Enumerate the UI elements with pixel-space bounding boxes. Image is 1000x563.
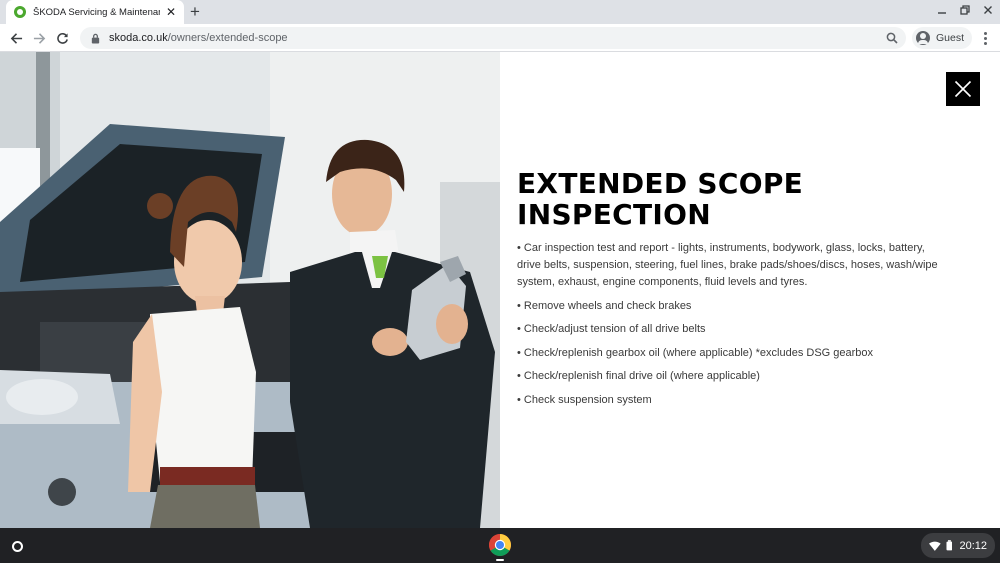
- hero-photo: [0, 52, 500, 528]
- search-icon[interactable]: [886, 32, 898, 44]
- list-item: • Check/replenish gearbox oil (where app…: [517, 346, 874, 359]
- close-icon: [954, 80, 972, 98]
- guest-avatar-icon: [916, 31, 930, 45]
- clock-time: 20:12: [959, 539, 987, 552]
- restore-icon[interactable]: [957, 4, 973, 20]
- profile-label: Guest: [936, 32, 965, 44]
- page-content: EXTENDED SCOPE INSPECTION • Car inspecti…: [0, 52, 1000, 528]
- list-item: • Remove wheels and check brakes: [517, 299, 692, 312]
- os-shelf: 20:12: [0, 528, 1000, 563]
- address-bar[interactable]: skoda.co.uk/owners/extended-scope: [80, 27, 906, 49]
- menu-kebab-icon[interactable]: [976, 29, 994, 47]
- reload-icon[interactable]: [52, 28, 72, 48]
- new-tab-icon[interactable]: +: [190, 2, 200, 22]
- list-item: • Check/replenish final drive oil (where…: [517, 370, 760, 382]
- lock-icon: [91, 33, 100, 44]
- inspection-panel: EXTENDED SCOPE INSPECTION • Car inspecti…: [500, 52, 1000, 528]
- list-item: • Check/adjust tension of all drive belt…: [517, 323, 706, 335]
- page-title-line-2: INSPECTION: [517, 198, 711, 231]
- minimize-icon[interactable]: [934, 4, 950, 20]
- wifi-icon: [929, 541, 941, 551]
- page-title: EXTENDED SCOPE INSPECTION: [517, 168, 917, 230]
- url-domain: skoda.co.uk: [109, 32, 168, 44]
- list-item: • Check suspension system: [517, 393, 652, 406]
- browser-toolbar: skoda.co.uk/owners/extended-scope Guest: [0, 24, 1000, 52]
- forward-arrow-icon[interactable]: [29, 28, 49, 48]
- tab-close-icon[interactable]: ✕: [166, 6, 176, 18]
- running-indicator: [496, 559, 504, 561]
- skoda-favicon-icon: [14, 6, 26, 18]
- browser-tab[interactable]: ŠKODA Servicing & Maintenance ✕: [6, 0, 184, 24]
- close-button[interactable]: [946, 72, 980, 106]
- url-path: /owners/extended-scope: [167, 32, 288, 44]
- profile-button[interactable]: Guest: [912, 27, 973, 49]
- tab-title: ŠKODA Servicing & Maintenance: [33, 6, 160, 18]
- battery-icon: [946, 540, 952, 551]
- status-tray[interactable]: 20:12: [921, 533, 995, 558]
- launcher-icon[interactable]: [6, 535, 28, 557]
- inspection-list: • Car inspection test and report - light…: [517, 240, 947, 415]
- page-title-line-1: EXTENDED SCOPE: [517, 167, 804, 200]
- list-item: • Car inspection test and report - light…: [517, 242, 938, 288]
- window-close-icon[interactable]: [980, 4, 996, 20]
- tab-strip: ŠKODA Servicing & Maintenance ✕ +: [0, 0, 1000, 24]
- chrome-app-icon[interactable]: [488, 533, 512, 557]
- back-arrow-icon[interactable]: [6, 28, 26, 48]
